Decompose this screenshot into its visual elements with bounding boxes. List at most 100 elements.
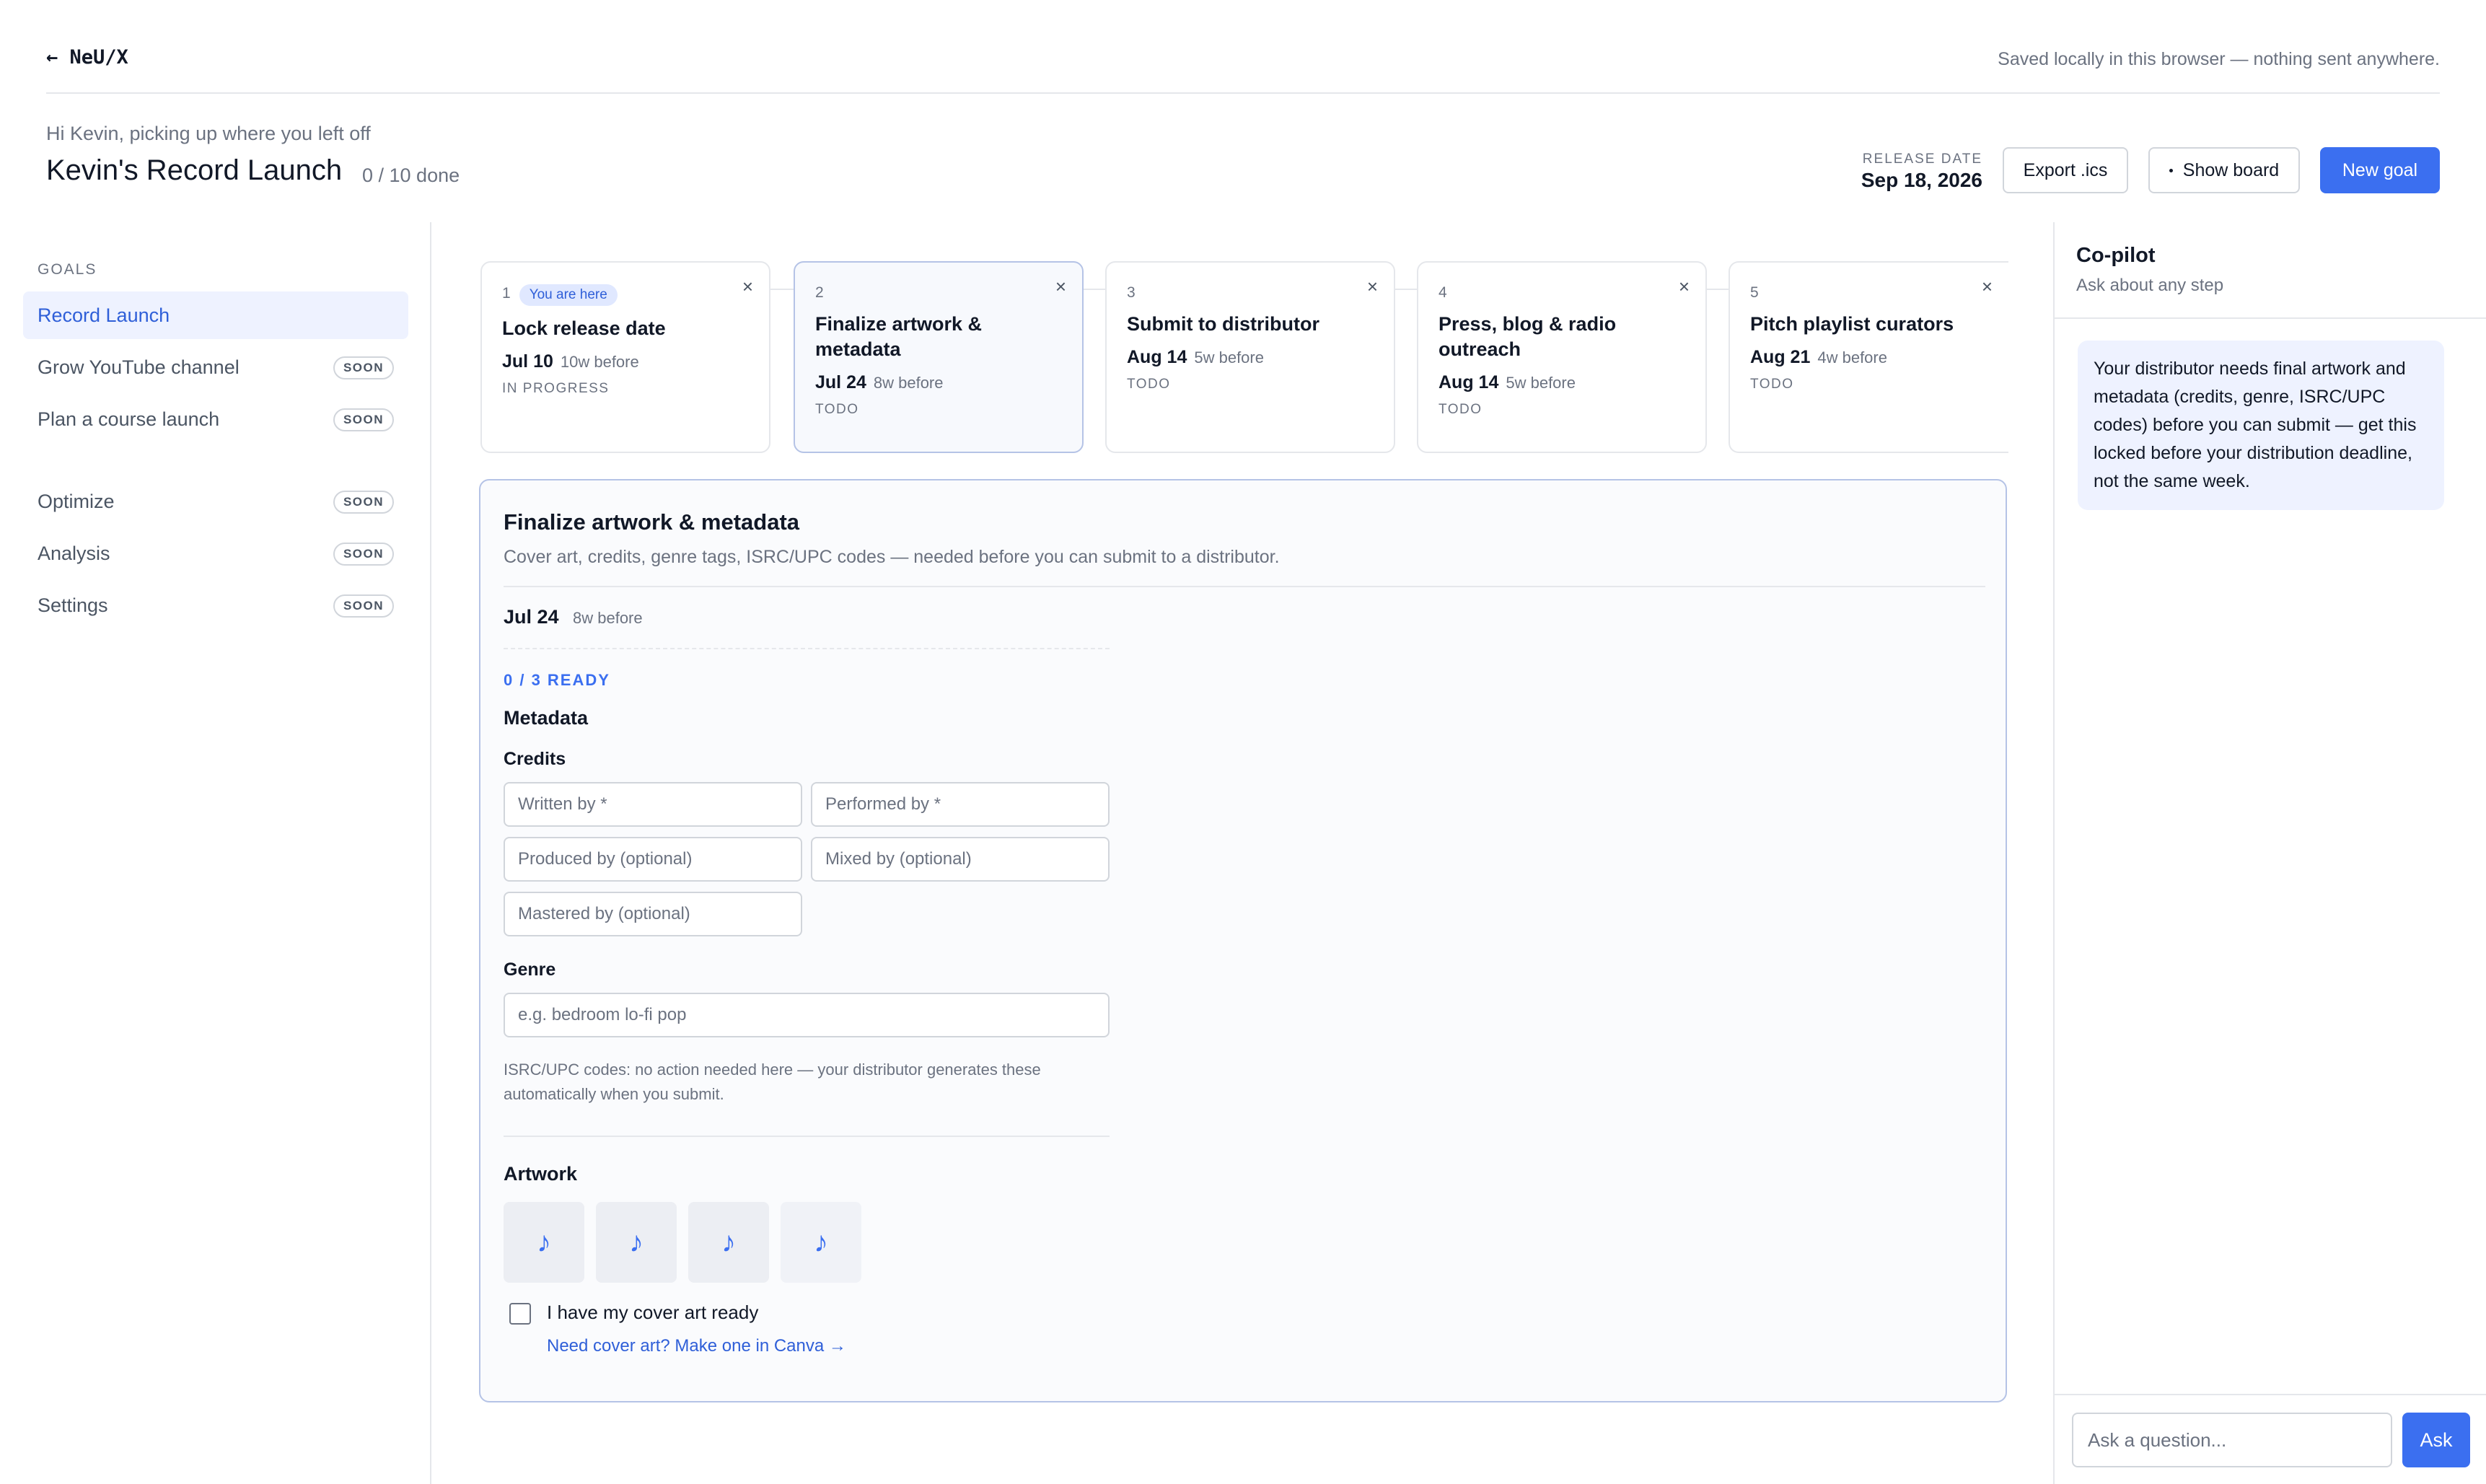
step-number: 5 xyxy=(1750,284,1759,301)
metadata-heading: Metadata xyxy=(504,707,589,729)
performed-by-input[interactable] xyxy=(811,782,1110,827)
step-status: TODO xyxy=(1127,377,1171,392)
step-relative-time: 10w before xyxy=(560,353,639,371)
back-to-home-link[interactable]: ← NeU/X xyxy=(46,46,128,69)
top-bar: ← NeU/X Saved locally in this browser — … xyxy=(46,0,2440,94)
step-card[interactable]: 1 You are here × Lock release date Jul 10… xyxy=(480,261,770,453)
cover-art-ready-checkbox[interactable] xyxy=(509,1303,531,1325)
credits-label: Credits xyxy=(504,749,566,769)
sidebar-item-grow-youtube[interactable]: Grow YouTube channel SOON xyxy=(23,343,408,391)
close-icon[interactable]: × xyxy=(742,276,753,298)
you-are-here-badge: You are here xyxy=(519,284,618,306)
new-goal-label: New goal xyxy=(2342,159,2418,180)
sidebar-item-settings[interactable]: Settings SOON xyxy=(23,581,408,629)
step-card[interactable]: 4 × Press, blog & radio outreach Aug 14 5… xyxy=(1417,261,1707,453)
goals-heading: GOALS xyxy=(38,261,97,278)
music-note-icon: ♪ xyxy=(629,1226,644,1258)
step-title: Pitch playlist curators xyxy=(1750,313,1954,335)
detail-relative-time: 8w before xyxy=(573,609,643,627)
mixed-by-input[interactable] xyxy=(811,837,1110,882)
music-note-icon: ♪ xyxy=(721,1226,736,1258)
step-relative-time: 5w before xyxy=(1194,348,1264,366)
artwork-template-tile[interactable]: ♪ xyxy=(781,1202,861,1283)
step-connector xyxy=(1704,289,1730,290)
music-note-icon: ♪ xyxy=(537,1226,551,1258)
step-title: Submit to distributor xyxy=(1127,313,1319,335)
step-connector xyxy=(1081,289,1107,290)
copilot-input-bar: Ask xyxy=(2055,1394,2486,1484)
soon-badge: SOON xyxy=(333,356,394,379)
detail-description: Cover art, credits, genre tags, ISRC/UPC… xyxy=(504,547,1280,567)
genre-input[interactable] xyxy=(504,993,1110,1037)
artwork-heading: Artwork xyxy=(504,1163,578,1185)
divider xyxy=(504,586,1985,587)
isrc-hint: ISRC/UPC codes: no action needed here — … xyxy=(504,1061,1041,1103)
ask-question-input[interactable] xyxy=(2072,1413,2392,1467)
soon-badge: SOON xyxy=(333,408,394,431)
sidebar-item-analysis[interactable]: Analysis SOON xyxy=(23,530,408,577)
sidebar-item-label: Analysis xyxy=(38,542,110,564)
step-number: 3 xyxy=(1127,284,1136,301)
step-status: IN PROGRESS xyxy=(502,381,610,396)
step-relative-time: 5w before xyxy=(1506,374,1576,392)
step-title: Finalize artwork & metadata xyxy=(815,313,983,360)
close-icon[interactable]: × xyxy=(1367,276,1378,298)
show-board-button[interactable]: Show board xyxy=(2148,147,2300,193)
artwork-template-tile[interactable]: ♪ xyxy=(504,1202,584,1283)
step-detail-panel: Finalize artwork & metadata Cover art, c… xyxy=(479,479,2007,1402)
sidebar-item-optimize[interactable]: Optimize SOON xyxy=(23,478,408,525)
mastered-by-input[interactable] xyxy=(504,892,802,936)
music-note-icon: ♪ xyxy=(814,1226,828,1258)
step-status: TODO xyxy=(1439,402,1483,417)
export-ics-label: Export .ics xyxy=(2023,159,2108,180)
detail-title: Finalize artwork & metadata xyxy=(504,509,800,535)
soon-badge: SOON xyxy=(333,543,394,566)
saved-locally-note: Saved locally in this browser — nothing … xyxy=(1998,49,2440,69)
step-relative-time: 4w before xyxy=(1817,348,1887,366)
new-goal-button[interactable]: New goal xyxy=(2320,147,2440,193)
soon-badge: SOON xyxy=(333,594,394,618)
close-icon[interactable]: × xyxy=(1679,276,1690,298)
step-card[interactable]: 2 × Finalize artwork & metadata Jul 24 8w… xyxy=(794,261,1084,453)
step-card[interactable]: 3 × Submit to distributor Aug 14 5w befor… xyxy=(1105,261,1395,453)
step-title: Lock release date xyxy=(502,317,666,339)
progress-count: 0 / 10 done xyxy=(362,164,460,186)
step-relative-time: 8w before xyxy=(873,374,944,392)
release-date-value[interactable]: Sep 18, 2026 xyxy=(1861,169,1982,192)
copilot-message: Your distributor needs final artwork and… xyxy=(2078,341,2444,510)
board-dot-icon xyxy=(2169,168,2173,172)
cover-art-ready-label[interactable]: I have my cover art ready xyxy=(547,1301,758,1324)
close-icon[interactable]: × xyxy=(1982,276,1993,298)
greeting: Hi Kevin, picking up where you left off xyxy=(46,123,371,144)
step-date: Aug 14 xyxy=(1127,347,1187,367)
step-status: TODO xyxy=(815,402,859,417)
step-connector xyxy=(1392,289,1418,290)
copilot-panel: Co-pilot Ask about any step Your distrib… xyxy=(2053,222,2486,1484)
detail-date: Jul 24 xyxy=(504,606,559,628)
page-title: Kevin's Record Launch xyxy=(46,154,343,186)
step-date: Jul 10 xyxy=(502,351,553,372)
artwork-template-tile[interactable]: ♪ xyxy=(596,1202,677,1283)
divider xyxy=(504,648,1110,649)
divider xyxy=(504,1136,1110,1137)
produced-by-input[interactable] xyxy=(504,837,802,882)
written-by-input[interactable] xyxy=(504,782,802,827)
step-number: 1 xyxy=(502,285,511,302)
sidebar-item-record-launch[interactable]: Record Launch xyxy=(23,291,408,339)
sidebar-item-label: Record Launch xyxy=(38,304,170,326)
export-ics-button[interactable]: Export .ics xyxy=(2003,147,2128,193)
close-icon[interactable]: × xyxy=(1055,276,1066,298)
artwork-template-tile[interactable]: ♪ xyxy=(688,1202,769,1283)
step-card[interactable]: 5 × Pitch playlist curators Aug 21 4w bef… xyxy=(1729,261,2008,453)
copilot-header: Co-pilot Ask about any step xyxy=(2055,222,2486,319)
step-date: Aug 14 xyxy=(1439,372,1499,392)
canva-link[interactable]: Need cover art? Make one in Canva → xyxy=(547,1336,846,1356)
step-date: Aug 21 xyxy=(1750,347,1811,367)
step-title: Press, blog & radio outreach xyxy=(1439,313,1617,360)
step-date: Jul 24 xyxy=(815,372,866,392)
ready-count: 0 / 3 READY xyxy=(504,671,610,689)
step-number: 4 xyxy=(1439,284,1447,301)
sidebar-item-course-launch[interactable]: Plan a course launch SOON xyxy=(23,395,408,443)
ask-button[interactable]: Ask xyxy=(2402,1413,2470,1467)
step-number: 2 xyxy=(815,284,824,301)
